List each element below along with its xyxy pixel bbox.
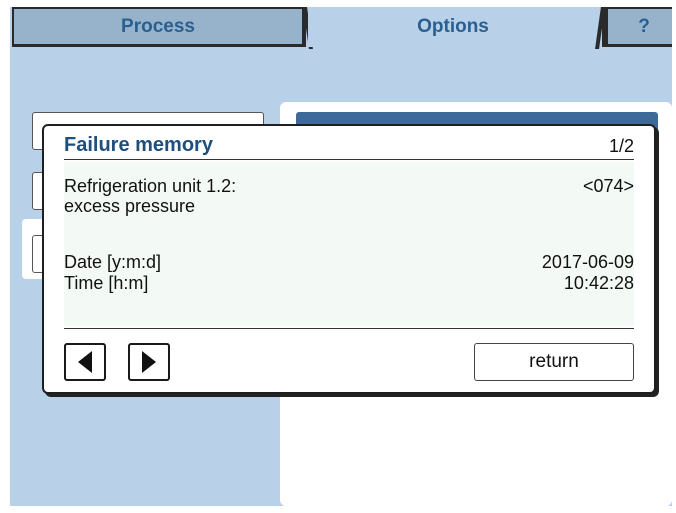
next-button[interactable] bbox=[128, 343, 170, 381]
date-label: Date [y:m:d] bbox=[64, 252, 162, 272]
divider bbox=[64, 328, 634, 329]
failure-memory-dialog: Failure memory 1/2 Refrigeration unit 1.… bbox=[42, 124, 656, 394]
tab-process[interactable]: Process bbox=[12, 7, 306, 47]
previous-button[interactable] bbox=[64, 343, 106, 381]
failure-description: Refrigeration unit 1.2: bbox=[64, 176, 237, 196]
tab-help[interactable]: ? bbox=[602, 7, 672, 47]
tab-bar: Process Options ? bbox=[10, 7, 672, 49]
time-value: 10:42:28 bbox=[563, 273, 634, 293]
failure-details: Refrigeration unit 1.2: excess pressure … bbox=[64, 162, 634, 326]
triangle-left-icon bbox=[78, 351, 92, 373]
tab-options[interactable]: Options bbox=[308, 7, 598, 47]
screen: Process Options ? Failure memory 1/2 Ref… bbox=[10, 7, 672, 506]
triangle-right-icon bbox=[142, 351, 156, 373]
page-indicator: 1/2 bbox=[608, 136, 634, 156]
dialog-title: Failure memory bbox=[64, 134, 213, 156]
failure-description-detail: excess pressure bbox=[64, 196, 196, 216]
date-value: 2017-06-09 bbox=[541, 252, 634, 272]
time-label: Time [h:m] bbox=[64, 273, 149, 293]
failure-code: <074> bbox=[582, 176, 634, 196]
return-button[interactable]: return bbox=[474, 343, 634, 381]
divider bbox=[64, 159, 634, 160]
